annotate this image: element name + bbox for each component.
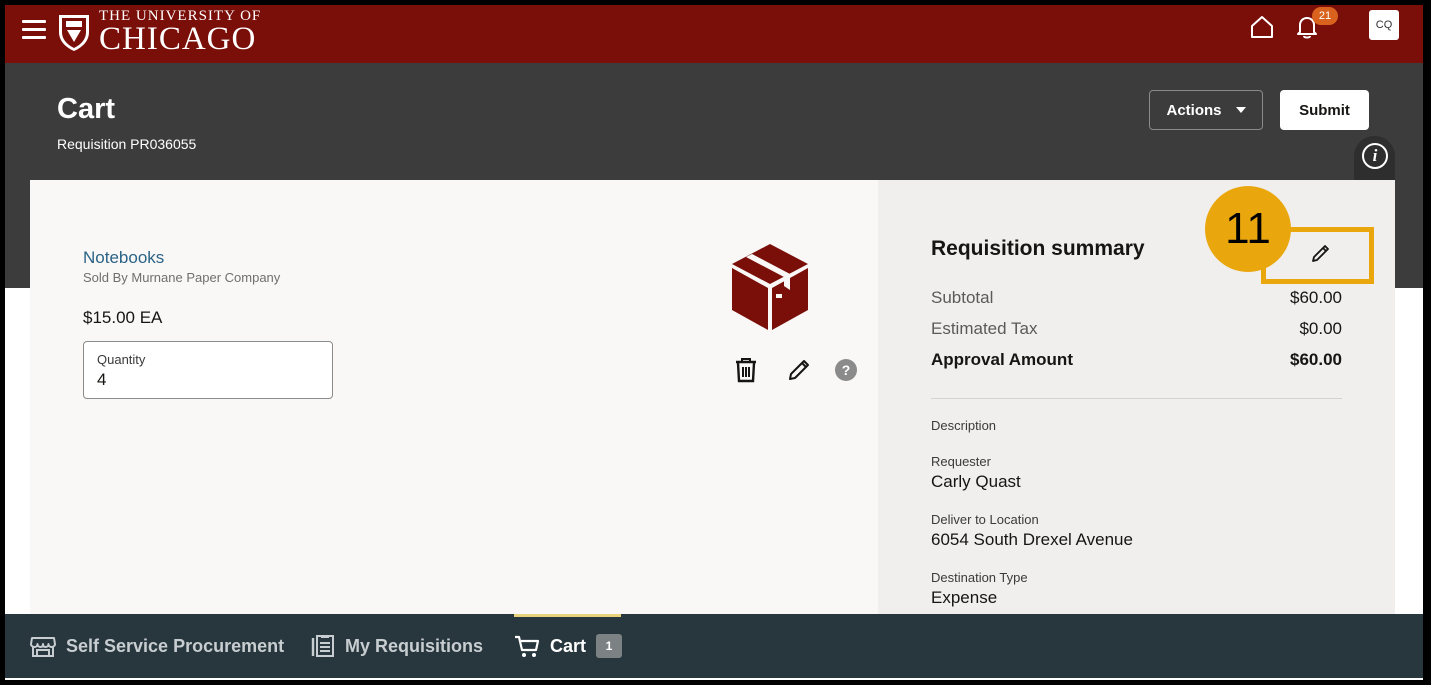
actions-button[interactable]: Actions [1149, 90, 1263, 130]
cart-icon [515, 635, 540, 657]
info-icon[interactable]: i [1362, 143, 1388, 169]
destination-type-value: Expense [931, 588, 998, 607]
trash-icon[interactable] [734, 357, 758, 383]
summary-divider [931, 398, 1342, 399]
university-shield-icon [59, 15, 89, 51]
hamburger-icon[interactable] [22, 20, 46, 42]
quantity-label: Quantity [97, 352, 146, 367]
active-tab-indicator [514, 614, 621, 617]
approval-row: Approval Amount $60.00 [931, 350, 1342, 370]
nav-self-service-label: Self Service Procurement [66, 635, 285, 656]
nav-cart-label: Cart [550, 635, 587, 656]
callout-step-number: 11 [1205, 186, 1291, 272]
summary-title: Requisition summary [931, 237, 1145, 260]
requisition-number: Requisition PR036055 [57, 136, 197, 152]
caret-down-icon [1235, 107, 1246, 113]
nav-my-requisitions[interactable]: My Requisitions [311, 628, 483, 664]
home-icon[interactable] [1249, 14, 1275, 40]
item-price: $15.00 EA [83, 308, 163, 327]
approval-value: $60.00 [1290, 350, 1342, 369]
requester-label: Requester [931, 454, 991, 469]
nav-my-requisitions-label: My Requisitions [345, 635, 484, 656]
help-icon[interactable]: ? [835, 359, 857, 381]
description-label: Description [931, 418, 997, 433]
item-name-link[interactable]: Notebooks [83, 248, 164, 268]
requester-value: Carly Quast [931, 472, 1021, 491]
quantity-field[interactable]: Quantity 4 [83, 341, 333, 399]
store-icon [30, 637, 56, 657]
pencil-icon[interactable] [787, 357, 811, 383]
notification-badge: 21 [1312, 7, 1338, 25]
subtotal-label: Subtotal [931, 288, 994, 307]
logo-line-2: CHICAGO [99, 20, 257, 57]
actions-label: Actions [1166, 101, 1222, 119]
top-bar: THE UNIVERSITY OF CHICAGO [5, 5, 1423, 63]
subtotal-value: $60.00 [1290, 288, 1342, 307]
quantity-value[interactable]: 4 [97, 370, 106, 390]
approval-label: Approval Amount [931, 350, 1073, 369]
item-seller: Sold By Murnane Paper Company [83, 270, 281, 285]
avatar[interactable]: CQ [1369, 10, 1399, 40]
requisitions-icon [311, 635, 334, 657]
box-icon [732, 244, 808, 330]
nav-cart[interactable]: Cart 1 [514, 628, 623, 664]
cart-count-badge: 1 [596, 634, 623, 658]
nav-self-service-procurement[interactable]: Self Service Procurement [30, 628, 284, 664]
tax-label: Estimated Tax [931, 319, 1038, 338]
tax-value: $0.00 [1299, 319, 1342, 338]
page-title: Cart [57, 93, 116, 125]
subtotal-row: Subtotal $60.00 [931, 288, 1342, 308]
submit-button[interactable]: Submit [1280, 90, 1369, 130]
deliver-to-value: 6054 South Drexel Avenue [931, 530, 1133, 549]
deliver-to-label: Deliver to Location [931, 512, 1039, 527]
university-logo[interactable]: THE UNIVERSITY OF CHICAGO [57, 7, 261, 57]
destination-type-label: Destination Type [931, 570, 1028, 585]
tax-row: Estimated Tax $0.00 [931, 319, 1342, 339]
